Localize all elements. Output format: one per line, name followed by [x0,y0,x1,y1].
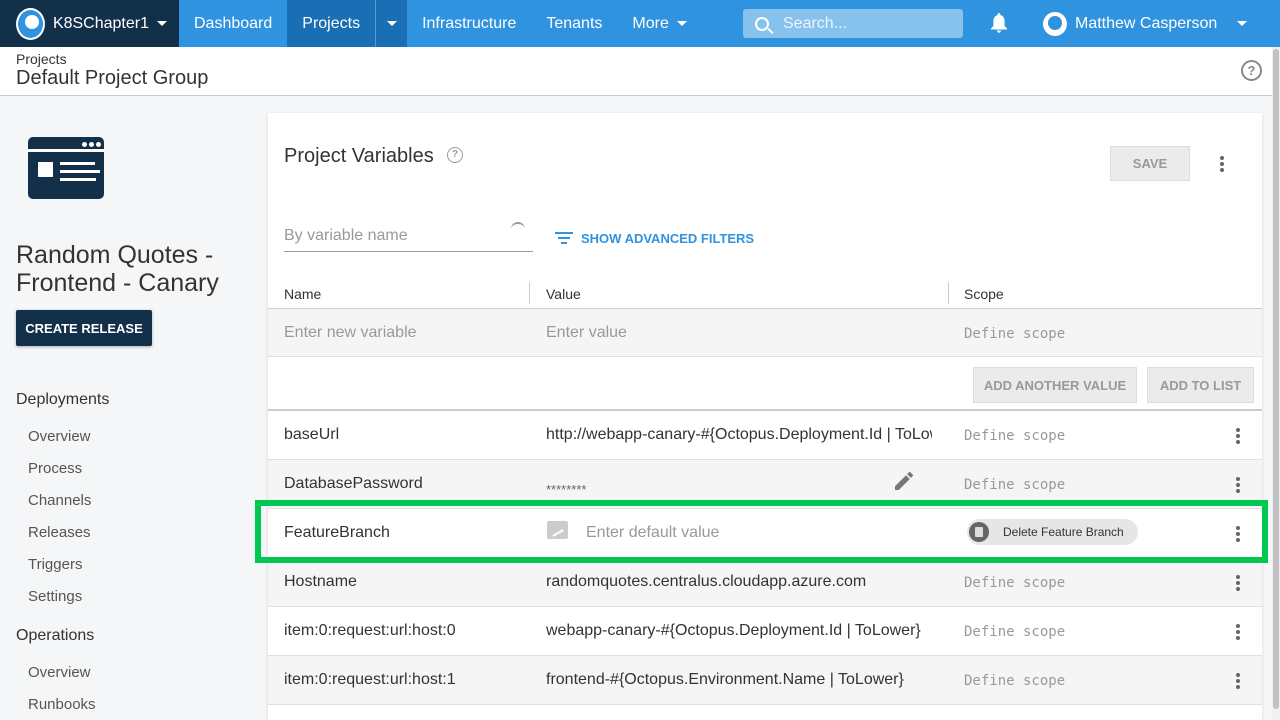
user-name: Matthew Casperson [1075,14,1218,32]
variable-name: Hostname [284,573,357,590]
space-name: K8SChapter1 [52,14,149,32]
row-menu-icon[interactable] [1236,673,1240,691]
chevron-down-icon [157,21,167,26]
row-menu-icon[interactable] [1236,428,1240,446]
filter-icon [555,232,573,245]
nav-more-label: More [632,14,669,32]
new-variable-scope-input[interactable]: Define scope [964,326,1065,342]
card-title: Project Variables [284,145,434,167]
variable-value: webapp-canary-#{Octopus.Deployment.Id | … [546,622,921,639]
sidebar-section-operations: Operations [16,627,95,644]
new-variable-name-input[interactable]: Enter new variable [284,324,417,342]
project-name: Random Quotes - Frontend - Canary [16,241,219,297]
new-variable-row: Enter new variable Enter value Define sc… [268,309,1262,357]
sidebar-item-channels[interactable]: Channels [28,492,91,509]
variable-name: item:0:request:url:host:1 [284,671,456,688]
nav-projects[interactable]: Projects [287,0,376,47]
bell-icon[interactable] [990,13,1008,33]
sidebar-section-deployments: Deployments [16,391,110,408]
nav-projects-dropdown[interactable] [375,0,408,47]
row-menu-icon[interactable] [1236,477,1240,495]
search-icon [755,16,769,31]
row-menu-icon[interactable] [1236,624,1240,642]
table-row[interactable]: baseUrl http://webapp-canary-#{Octopus.D… [268,411,1262,460]
variable-name: DatabasePassword [284,475,423,492]
sidebar: Random Quotes - Frontend - Canary CREATE… [0,97,268,720]
project-logo [28,137,104,199]
sidebar-item-runbooks[interactable]: Runbooks [28,696,96,713]
new-variable-value-input[interactable]: Enter value [546,324,627,342]
variable-value: ******** [546,482,587,497]
nav-dashboard[interactable]: Dashboard [179,0,287,47]
column-header-scope: Scope [964,286,1004,302]
column-header-value: Value [546,286,581,302]
sidebar-item-overview[interactable]: Overview [28,428,91,445]
help-icon[interactable]: ? [447,147,463,163]
octopus-logo-icon [16,7,45,40]
variable-scope[interactable]: Define scope [964,624,1065,640]
top-nav: K8SChapter1 Dashboard Projects Infrastru… [0,0,1280,47]
search-input[interactable]: Search... [743,9,963,38]
column-header-name: Name [284,286,322,302]
variable-name: baseUrl [284,426,340,443]
page-scrollbar[interactable] [1272,47,1280,720]
chevron-down-icon [1237,21,1248,26]
search-placeholder: Search... [783,14,848,32]
new-variable-actions: ADD ANOTHER VALUE ADD TO LIST [268,357,1262,411]
user-menu[interactable]: Matthew Casperson [1043,0,1248,47]
show-advanced-filters-button[interactable]: SHOW ADVANCED FILTERS [555,231,754,246]
space-switcher[interactable]: K8SChapter1 [0,0,179,47]
row-menu-icon[interactable] [1236,575,1240,593]
overflow-menu-icon[interactable] [1220,156,1224,174]
highlight-box [255,500,1268,563]
sidebar-item-settings[interactable]: Settings [28,588,82,605]
chevron-down-icon [386,21,397,26]
sidebar-item-operations-overview[interactable]: Overview [28,664,91,681]
variable-scope[interactable]: Define scope [964,673,1065,689]
advanced-filters-label: SHOW ADVANCED FILTERS [581,231,755,246]
table-row[interactable]: Hostname randomquotes.centralus.cloudapp… [268,558,1262,607]
nav-more[interactable]: More [617,0,701,47]
sidebar-item-process[interactable]: Process [28,460,82,477]
page-title: Default Project Group [16,67,209,89]
nav-tenants[interactable]: Tenants [531,0,617,47]
create-release-button[interactable]: CREATE RELEASE [16,310,152,346]
variable-scope[interactable]: Define scope [964,428,1065,444]
avatar [1043,11,1067,36]
edit-pencil-icon[interactable] [895,472,913,490]
page-header: Projects Default Project Group ? [0,47,1272,96]
add-another-value-button[interactable]: ADD ANOTHER VALUE [973,367,1137,403]
scrollbar-thumb[interactable] [1273,49,1279,709]
sidebar-item-triggers[interactable]: Triggers [28,556,82,573]
table-row[interactable]: item:0:request:url:host:0 webapp-canary-… [268,607,1262,656]
variable-scope[interactable]: Define scope [964,575,1065,591]
nav-infrastructure[interactable]: Infrastructure [407,0,531,47]
table-row[interactable]: item:0:request:url:host:1 frontend-#{Oct… [268,656,1262,705]
sidebar-item-releases[interactable]: Releases [28,524,91,541]
table-header: Name Value Scope [268,278,1262,309]
save-button[interactable]: SAVE [1110,146,1190,181]
variable-value: http://webapp-canary-#{Octopus.Deploymen… [546,426,932,443]
loading-spinner-icon [511,222,525,236]
add-to-list-button[interactable]: ADD TO LIST [1147,367,1254,403]
help-icon[interactable]: ? [1241,60,1262,81]
variable-value: randomquotes.centralus.cloudapp.azure.co… [546,573,867,590]
variable-scope[interactable]: Define scope [964,477,1065,493]
variable-value: frontend-#{Octopus.Environment.Name | To… [546,671,904,688]
variable-name: item:0:request:url:host:0 [284,622,456,639]
breadcrumb[interactable]: Projects [16,51,67,67]
variable-name-filter-input[interactable]: By variable name [284,222,533,252]
variables-card: Project Variables ? SAVE By variable nam… [268,113,1262,720]
chevron-down-icon [676,21,687,26]
